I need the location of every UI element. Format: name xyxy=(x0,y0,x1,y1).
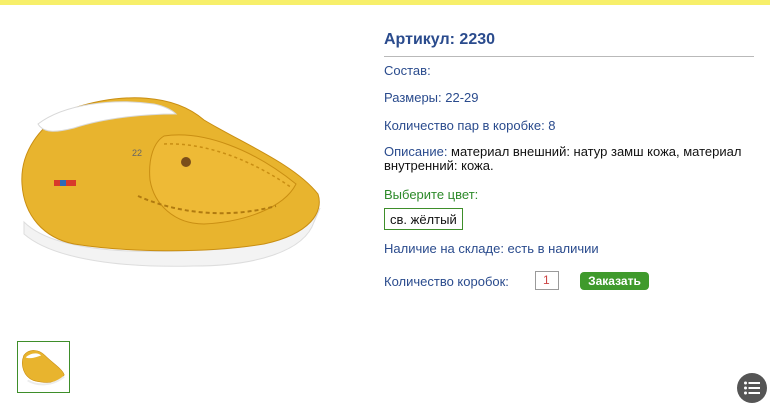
boxes-label: Количество коробок: xyxy=(384,274,509,289)
order-button[interactable]: Заказать xyxy=(580,272,649,290)
choose-color-label: Выберите цвет: xyxy=(384,187,479,202)
pairs-per-box-text: Количество пар в коробке: 8 xyxy=(384,118,556,133)
article-title: Артикул: 2230 xyxy=(384,31,496,48)
shoe-thumbnail-image xyxy=(18,342,69,392)
composition-label: Состав: xyxy=(384,63,431,78)
description-label: Описание: xyxy=(384,144,448,159)
description: Описание: материал внешний: натур замш к… xyxy=(384,145,744,173)
sizes-text: Размеры: 22-29 xyxy=(384,90,479,105)
shoe-illustration: 22 xyxy=(21,97,321,267)
stock-status: Наличие на складе: есть в наличии xyxy=(384,241,599,256)
boxes-quantity-input[interactable]: 1 xyxy=(535,271,559,290)
product-thumbnail[interactable] xyxy=(17,341,70,393)
svg-text:22: 22 xyxy=(132,148,142,158)
menu-button[interactable] xyxy=(737,373,767,403)
color-option-light-yellow[interactable]: св. жёлтый xyxy=(384,208,463,230)
list-icon xyxy=(744,381,760,395)
product-info: Артикул: 2230 Состав: Размеры: 22-29 Кол… xyxy=(384,30,754,290)
product-image[interactable]: 22 xyxy=(14,84,332,280)
title-divider xyxy=(384,56,754,57)
top-accent-bar xyxy=(0,0,770,5)
